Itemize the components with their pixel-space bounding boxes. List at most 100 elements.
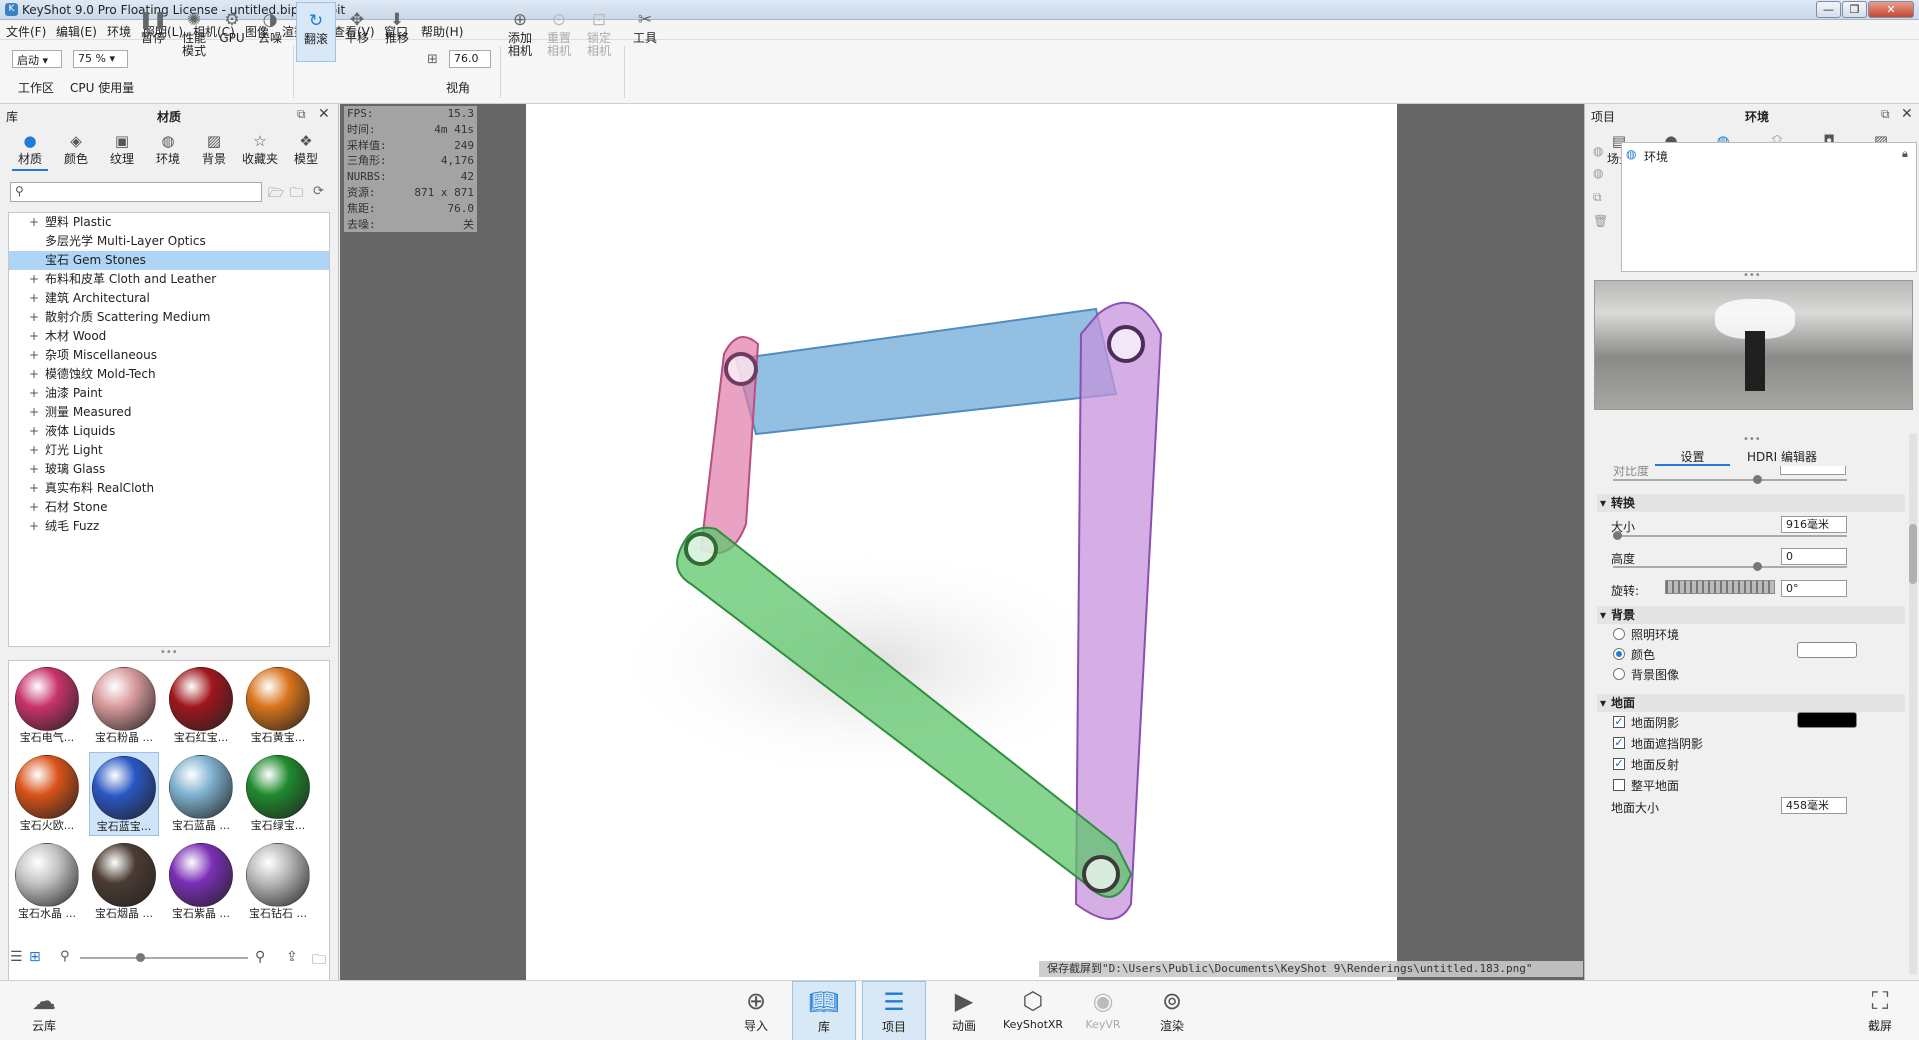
- rotation-dial[interactable]: [1665, 580, 1775, 594]
- tree-item[interactable]: + 测量 Measured: [9, 403, 329, 422]
- expand-icon[interactable]: +: [29, 422, 39, 441]
- expand-icon[interactable]: +: [29, 270, 39, 289]
- close-panel-icon[interactable]: ✕: [1901, 106, 1913, 122]
- height-slider[interactable]: [1613, 562, 1847, 571]
- tab-hdri-editor[interactable]: HDRI 编辑器: [1737, 448, 1827, 466]
- material-thumbnail[interactable]: 宝石蓝晶 ...: [166, 752, 236, 836]
- rotation-input[interactable]: 0°: [1781, 580, 1847, 597]
- project-button[interactable]: ☰ 项目: [862, 981, 926, 1040]
- library-search-input[interactable]: ⚲: [10, 182, 262, 202]
- dolly-button[interactable]: ⬇ 推移: [379, 2, 415, 62]
- contrast-input[interactable]: [1780, 466, 1846, 475]
- tab-environments[interactable]: ◍ 环境: [146, 132, 190, 167]
- close-panel-icon[interactable]: ✕: [318, 106, 330, 122]
- zoom-out-icon[interactable]: ⚲: [60, 949, 70, 964]
- ground-occlusion-checkbox[interactable]: ✓: [1613, 737, 1625, 749]
- expand-icon[interactable]: +: [29, 403, 39, 422]
- workspace-select[interactable]: 启动 ▾: [12, 50, 62, 68]
- library-button[interactable]: 📖︎ 库: [792, 981, 856, 1040]
- refresh-icon[interactable]: ⟳: [313, 184, 324, 199]
- slider-knob[interactable]: [1613, 531, 1622, 540]
- close-icon[interactable]: ✕: [1868, 1, 1914, 18]
- denoise-button[interactable]: ◑ 去噪: [252, 2, 288, 62]
- performance-mode-button[interactable]: ✺ 性能 模式: [175, 2, 213, 62]
- transform-section[interactable]: 转换: [1597, 494, 1905, 512]
- flatten-ground-checkbox[interactable]: [1613, 779, 1625, 791]
- expand-icon[interactable]: +: [29, 441, 39, 460]
- menu-file[interactable]: 文件(F): [6, 23, 46, 40]
- material-thumbnail[interactable]: 宝石粉晶 ...: [89, 664, 159, 748]
- expand-icon[interactable]: +: [29, 517, 39, 536]
- material-thumbnail[interactable]: 宝石电气...: [12, 664, 82, 748]
- material-thumbnail[interactable]: 宝石钻石 ...: [243, 840, 313, 924]
- material-thumbnail[interactable]: 宝石水晶 ...: [12, 840, 82, 924]
- menu-environment[interactable]: 环境: [107, 23, 131, 40]
- tree-item[interactable]: + 绒毛 Fuzz: [9, 517, 329, 536]
- size-slider[interactable]: [1613, 531, 1847, 540]
- tab-favorites[interactable]: ☆ 收藏夹: [238, 132, 282, 167]
- background-color-swatch[interactable]: [1797, 642, 1857, 658]
- minimize-icon[interactable]: —: [1816, 1, 1841, 18]
- tab-textures[interactable]: ▣ 纹理: [100, 132, 144, 167]
- tree-item[interactable]: + 模德蚀纹 Mold-Tech: [9, 365, 329, 384]
- size-input[interactable]: 916毫米: [1781, 516, 1847, 533]
- tree-item[interactable]: + 真实布料 RealCloth: [9, 479, 329, 498]
- folder-add-icon[interactable]: 🗀: [290, 184, 303, 206]
- tools-button[interactable]: ✂ 工具: [627, 2, 663, 62]
- material-thumbnail[interactable]: 宝石烟晶 ...: [89, 840, 159, 924]
- float-panel-icon[interactable]: ⧉: [1881, 107, 1890, 122]
- background-lighting-radio[interactable]: [1613, 628, 1625, 640]
- expand-icon[interactable]: +: [29, 346, 39, 365]
- tree-item[interactable]: + 石材 Stone: [9, 498, 329, 517]
- expand-icon[interactable]: +: [29, 498, 39, 517]
- background-color-radio[interactable]: [1613, 648, 1625, 660]
- grid-view-icon[interactable]: ⊞: [29, 949, 41, 965]
- settings-scrollbar[interactable]: [1909, 434, 1917, 974]
- delete-icon[interactable]: 🗑: [1593, 214, 1608, 228]
- tab-models[interactable]: ❖ 模型: [284, 132, 328, 167]
- background-image-radio[interactable]: [1613, 668, 1625, 680]
- list-view-icon[interactable]: ☰: [10, 949, 23, 965]
- ground-size-input[interactable]: 458毫米: [1781, 797, 1847, 814]
- expand-icon[interactable]: +: [29, 308, 39, 327]
- tree-item[interactable]: + 玻璃 Glass: [9, 460, 329, 479]
- tab-backplates[interactable]: ▨ 背景: [192, 132, 236, 167]
- tab-materials[interactable]: ● 材质: [8, 132, 52, 171]
- expand-icon[interactable]: +: [29, 479, 39, 498]
- material-thumbnail[interactable]: 宝石火欧...: [12, 752, 82, 836]
- expand-icon[interactable]: +: [29, 289, 39, 308]
- menu-help[interactable]: 帮助(H): [421, 23, 463, 40]
- keyvr-button[interactable]: ◉ KeyVR: [1071, 981, 1135, 1040]
- slider-knob[interactable]: [1753, 562, 1762, 571]
- render-viewport[interactable]: FPS: 15.3 时间: 4m 41s 采样值: 249 三角形: 4,176 NURBS: 4…: [340, 104, 1584, 980]
- thumbnail-size-slider[interactable]: [80, 953, 248, 962]
- add-environment-icon[interactable]: ◍: [1593, 144, 1603, 158]
- tumble-button[interactable]: ↻ 翻滚: [296, 2, 336, 62]
- tree-item[interactable]: + 杂项 Miscellaneous: [9, 346, 329, 365]
- tree-item[interactable]: + 散射介质 Scattering Medium: [9, 308, 329, 327]
- height-input[interactable]: 0: [1781, 548, 1847, 565]
- expand-icon[interactable]: +: [29, 365, 39, 384]
- splitter-handle[interactable]: •••: [1743, 434, 1761, 445]
- tree-item[interactable]: 宝石 Gem Stones: [9, 251, 329, 270]
- ground-section[interactable]: 地面: [1597, 694, 1905, 712]
- menu-edit[interactable]: 编辑(E): [56, 23, 97, 40]
- scrollbar-thumb[interactable]: [1909, 524, 1917, 584]
- environment-list-item[interactable]: ◍ 环境 🔒︎: [1622, 146, 1916, 164]
- ground-shadow-color-swatch[interactable]: [1797, 712, 1857, 728]
- hdri-preview[interactable]: [1594, 280, 1913, 410]
- slider-knob[interactable]: [136, 953, 145, 962]
- save-environment-icon[interactable]: ⧉: [1593, 190, 1602, 205]
- tree-item[interactable]: + 塑料 Plastic: [9, 213, 329, 232]
- expand-icon[interactable]: +: [29, 384, 39, 403]
- tree-item[interactable]: + 灯光 Light: [9, 441, 329, 460]
- material-thumbnail[interactable]: 宝石紫晶 ...: [166, 840, 236, 924]
- maximize-icon[interactable]: ❐: [1842, 1, 1867, 18]
- ground-shadow-checkbox[interactable]: ✓: [1613, 716, 1625, 728]
- tree-item[interactable]: + 油漆 Paint: [9, 384, 329, 403]
- duplicate-environment-icon[interactable]: ◍: [1593, 166, 1603, 180]
- cpu-usage-select[interactable]: 75 % ▾: [73, 50, 128, 68]
- tree-item[interactable]: + 液体 Liquids: [9, 422, 329, 441]
- folder-sync-icon[interactable]: 🗀: [312, 949, 326, 973]
- material-thumbnail[interactable]: 宝石蓝宝...: [89, 752, 159, 836]
